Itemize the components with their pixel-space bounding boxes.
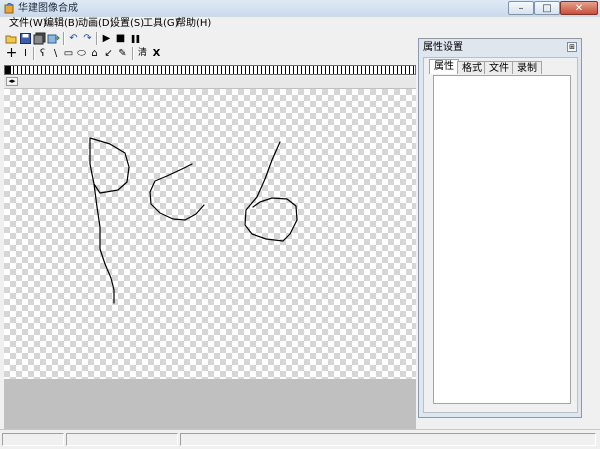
shape-tool-icon[interactable]: ⌂ [88, 47, 101, 60]
save-all-icon[interactable] [33, 32, 46, 45]
pin-icon[interactable]: ⊞ [567, 42, 577, 52]
scroll-grip-icon[interactable]: ◂▸ [6, 77, 18, 86]
ellipse-tool-icon[interactable]: ⬭ [75, 47, 88, 60]
text-tool-icon[interactable]: I [19, 47, 32, 60]
play-icon[interactable]: ▶ [100, 32, 113, 45]
tab-record[interactable]: 录制 [512, 61, 542, 74]
ruler-ticks [5, 66, 415, 74]
export-icon[interactable] [47, 32, 60, 45]
tab-format[interactable]: 格式 [457, 61, 487, 74]
maximize-button[interactable]: □ [534, 1, 560, 15]
main-toolbar: ↶ ↷ ▶ ■ ❚❚ [0, 31, 420, 46]
stroke-c [149, 163, 205, 221]
timeline-start-marker [5, 66, 11, 74]
toolbar-separator [96, 32, 98, 45]
status-cell [2, 433, 64, 446]
minimize-button[interactable]: – [508, 1, 534, 15]
stroke-b [244, 141, 298, 242]
pause-icon[interactable]: ❚❚ [128, 32, 141, 45]
horizontal-scroll-strip[interactable]: ◂▸ [4, 76, 416, 89]
properties-content[interactable] [433, 75, 571, 404]
tab-properties[interactable]: 属性 [429, 59, 459, 74]
line-tool-icon[interactable]: \ [49, 47, 62, 60]
move-tool-icon[interactable]: + [5, 46, 18, 60]
workspace-background [4, 379, 416, 429]
drawn-strokes [89, 137, 298, 304]
curve-tool-icon[interactable]: ʕ [36, 47, 49, 60]
save-icon[interactable] [19, 32, 32, 45]
drawing-toolbar: + I ʕ \ ▭ ⬭ ⌂ ↙ ✎ 清 X [0, 46, 420, 63]
properties-panel: 属性设置 ⊞ 属性 格式 文件 录制 [418, 38, 582, 418]
arrow-tool-icon[interactable]: ↙ [102, 47, 115, 60]
menu-help[interactable]: 帮助(H) [174, 17, 213, 31]
delete-icon[interactable]: X [150, 47, 163, 60]
close-button[interactable]: ✕ [560, 1, 598, 15]
properties-panel-title: 属性设置 [423, 42, 463, 53]
clear-button[interactable]: 清 [136, 47, 149, 60]
status-cell [180, 433, 596, 446]
brush-tool-icon[interactable]: ✎ [116, 47, 129, 60]
status-bar [0, 429, 600, 449]
menu-edit[interactable]: 编辑(B) [42, 17, 81, 31]
drawing-canvas[interactable] [4, 89, 416, 379]
tab-file[interactable]: 文件 [484, 61, 514, 74]
rectangle-tool-icon[interactable]: ▭ [62, 47, 75, 60]
stop-icon[interactable]: ■ [114, 32, 127, 45]
toolbar-separator [132, 47, 134, 60]
properties-tab-area: 属性 格式 文件 录制 [423, 57, 578, 413]
open-icon[interactable] [5, 32, 18, 45]
timeline-ruler[interactable] [4, 65, 416, 75]
app-icon [4, 3, 14, 14]
title-bar: 华建图像合成 – □ ✕ [0, 0, 600, 18]
menu-bar: 文件(W) 编辑(B) 动画(D) 设置(S) 工具(G) 帮助(H) [0, 17, 600, 31]
window-title: 华建图像合成 [18, 3, 78, 14]
undo-icon[interactable]: ↶ [67, 32, 80, 45]
redo-icon[interactable]: ↷ [81, 32, 94, 45]
stroke-p [89, 137, 130, 304]
status-cell [66, 433, 178, 446]
toolbar-separator [63, 32, 65, 45]
toolbar-separator [33, 47, 35, 60]
